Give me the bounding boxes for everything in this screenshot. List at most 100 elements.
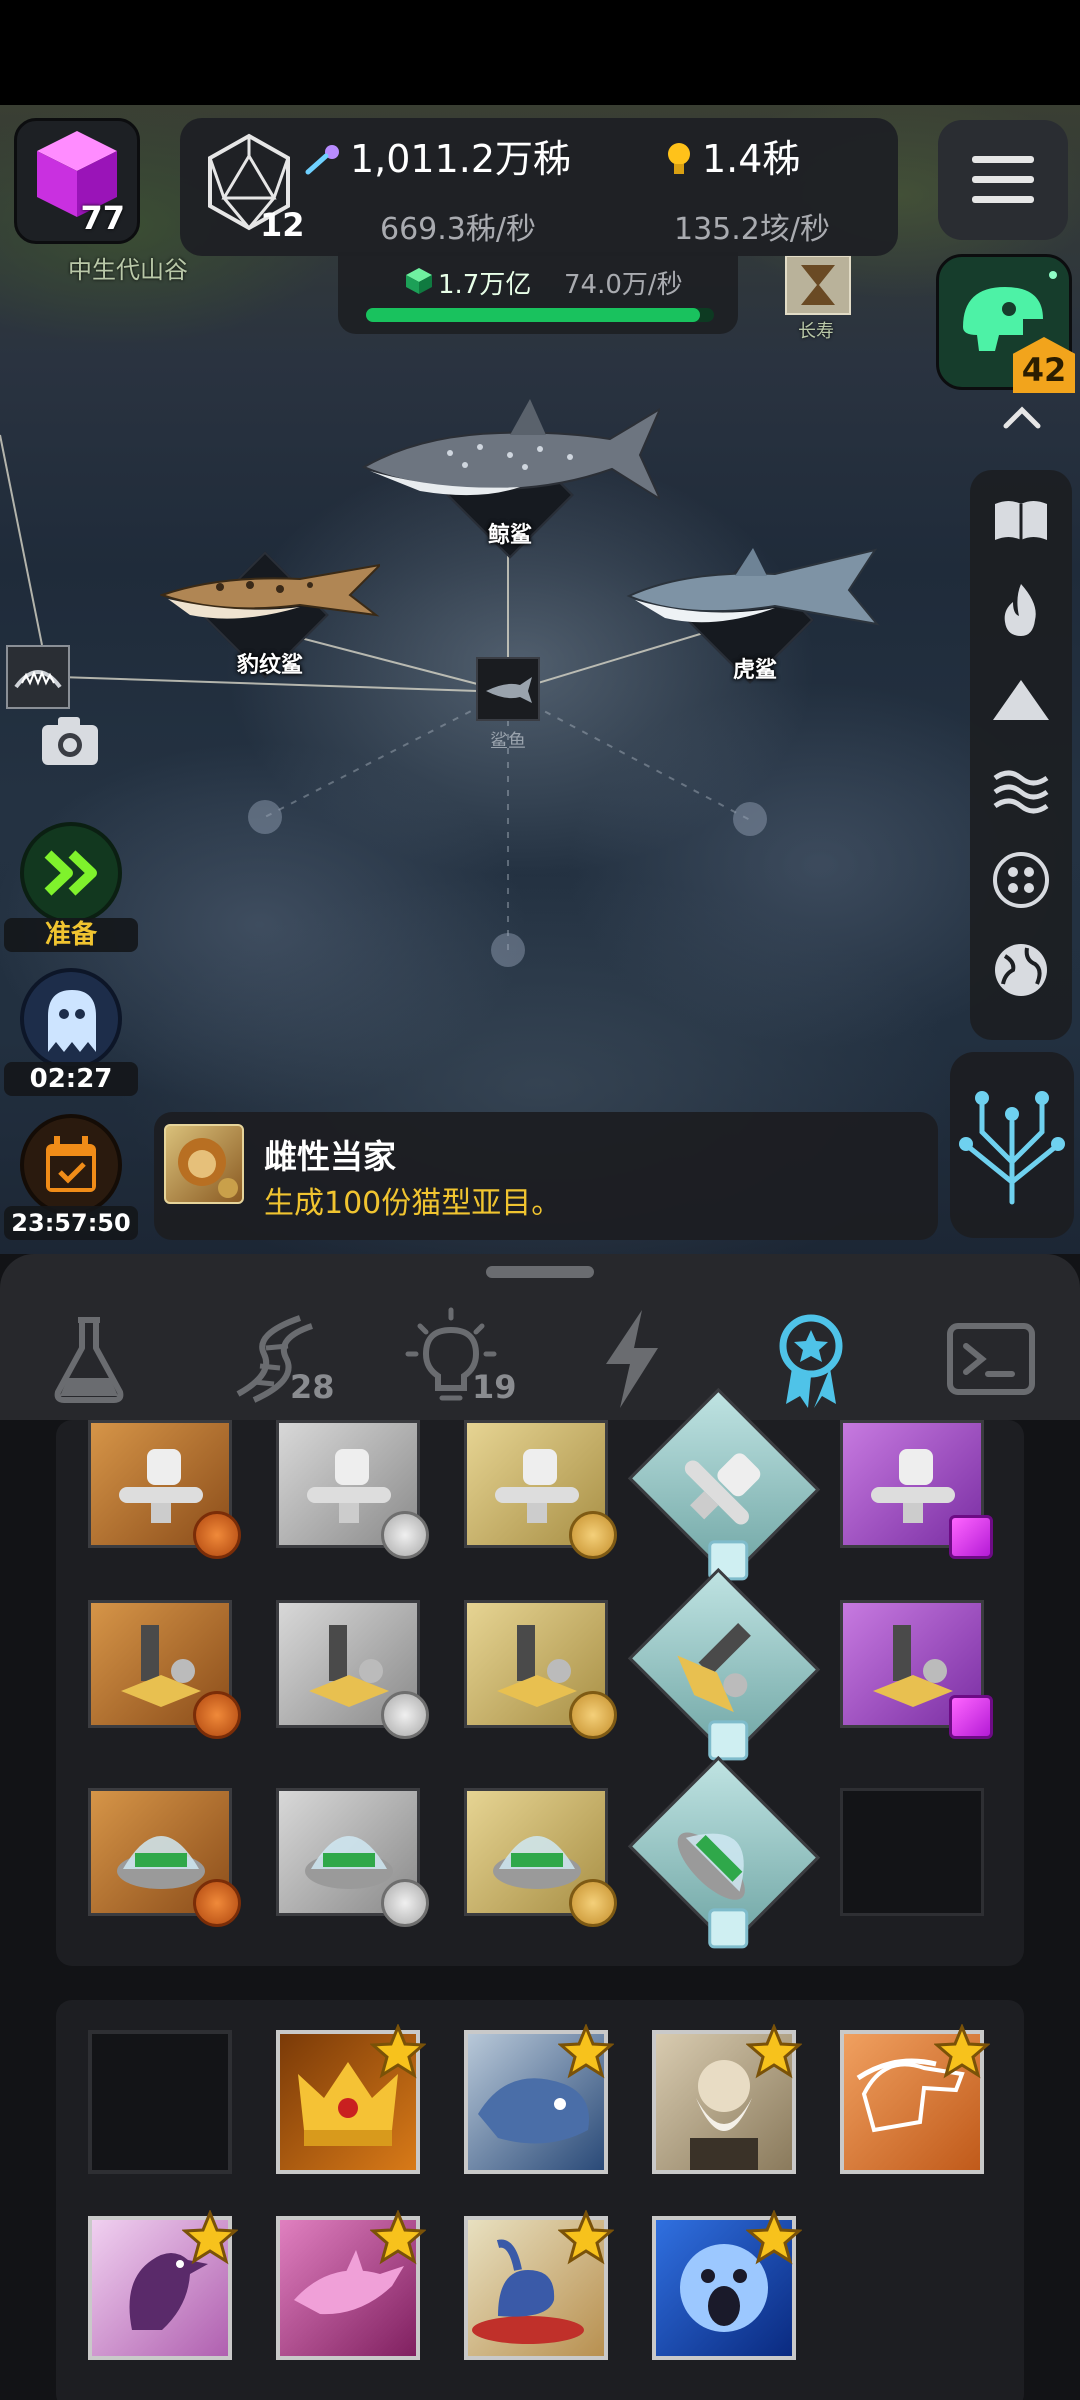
node-whale-shark[interactable]: 鲸鲨 xyxy=(360,395,660,565)
gold-medal-icon xyxy=(569,1511,617,1559)
achievement-dodo[interactable] xyxy=(464,2210,614,2360)
robot-icon xyxy=(684,1453,761,1525)
upgrade-tile[interactable] xyxy=(627,1755,821,1949)
upgrade-tile[interactable] xyxy=(276,1420,429,1559)
region-label: 中生代山谷 xyxy=(68,256,188,284)
achievement-darwin[interactable] xyxy=(652,2024,802,2174)
achievement-bird[interactable] xyxy=(88,2210,238,2360)
achievement-whale[interactable] xyxy=(464,2024,614,2174)
flask-icon[interactable] xyxy=(34,1304,144,1414)
locked-node[interactable] xyxy=(733,802,767,836)
lightning-icon[interactable] xyxy=(576,1304,686,1414)
fire-icon[interactable] xyxy=(991,580,1051,640)
upgrade-tile[interactable] xyxy=(840,1420,993,1559)
collapse-up-icon[interactable] xyxy=(998,400,1046,436)
status-bar xyxy=(0,0,1080,105)
fast-forward-icon xyxy=(44,850,97,896)
resource-main-value: 1,011.2万秭 xyxy=(350,137,572,181)
upgrade-tile[interactable] xyxy=(840,1600,993,1739)
upgrade-tile[interactable] xyxy=(464,1600,617,1739)
robot-icon xyxy=(871,1449,955,1523)
gem-count: 77 xyxy=(80,199,125,237)
lion-portrait xyxy=(164,1124,244,1204)
star-icon xyxy=(746,2024,802,2079)
drill-machine-icon xyxy=(873,1625,953,1707)
dna-tab-count: 28 xyxy=(290,1368,335,1406)
cells-icon[interactable] xyxy=(991,850,1051,910)
upgrade-tile[interactable] xyxy=(276,1600,429,1739)
camera-icon xyxy=(42,717,98,765)
green-cube-icon xyxy=(406,268,432,294)
gold-medal-icon xyxy=(569,1879,617,1927)
menu-button[interactable] xyxy=(938,120,1068,240)
biodome-icon xyxy=(493,1836,581,1889)
hamburger-icon xyxy=(972,156,1034,203)
daily-task-button[interactable] xyxy=(20,1114,122,1216)
drill-machine-icon xyxy=(677,1622,751,1713)
daily-timer: 23:57:50 xyxy=(4,1206,138,1240)
waves-icon[interactable] xyxy=(991,760,1051,820)
robot-icon xyxy=(307,1449,391,1523)
lightbulb-icon xyxy=(668,143,690,174)
book-icon[interactable] xyxy=(991,490,1051,550)
upgrade-tile[interactable] xyxy=(276,1788,429,1927)
evolution-tree-button[interactable] xyxy=(950,1052,1074,1238)
resource-main-rate: 669.3秭/秒 xyxy=(380,212,536,247)
locked-node[interactable] xyxy=(491,933,525,967)
silver-medal-icon xyxy=(381,1691,429,1739)
robot-icon xyxy=(119,1449,203,1523)
tab-bar: 28 19 xyxy=(0,1254,1080,1420)
robot-icon xyxy=(495,1449,579,1523)
node-leopard-shark[interactable]: 豹纹鲨 xyxy=(160,525,380,685)
globe-icon[interactable] xyxy=(991,940,1051,1000)
upgrade-grid xyxy=(56,1387,1024,1966)
dinosaur-button[interactable]: 42 xyxy=(936,254,1075,393)
gem-button[interactable]: 77 xyxy=(14,118,140,244)
dna-spark-icon xyxy=(305,145,339,175)
upgrade-tile[interactable] xyxy=(627,1567,821,1761)
node-edge-left[interactable] xyxy=(6,645,70,709)
star-icon xyxy=(746,2210,802,2265)
ready-label: 准备 xyxy=(4,918,138,952)
lion-icon xyxy=(178,1138,238,1198)
silver-medal-icon xyxy=(381,1511,429,1559)
locked-node[interactable] xyxy=(248,800,282,834)
whale-shark-icon xyxy=(361,399,660,501)
diamond-medal-icon xyxy=(708,1720,749,1761)
biodome-icon xyxy=(677,1832,745,1900)
node-tiger-shark[interactable]: 虎鲨 xyxy=(625,530,885,690)
ghost-timer-button[interactable] xyxy=(20,968,122,1070)
achievement-monkey[interactable] xyxy=(652,2210,802,2360)
upgrade-tile[interactable] xyxy=(464,1420,617,1559)
achievement-dolphin[interactable] xyxy=(276,2210,426,2360)
node-shark[interactable]: 鲨鱼 xyxy=(476,657,540,767)
upgrade-tile[interactable] xyxy=(464,1788,617,1927)
sub-resource-panel[interactable]: 1.7万亿 74.0万/秒 xyxy=(338,252,738,334)
star-icon xyxy=(370,2210,426,2265)
star-icon xyxy=(934,2024,990,2079)
achievement-explorer[interactable] xyxy=(840,2024,990,2174)
node-longevity[interactable] xyxy=(785,255,851,315)
progress-fill xyxy=(366,308,701,322)
achievement-crown[interactable] xyxy=(276,2024,426,2174)
tree-icon xyxy=(959,1091,1065,1205)
award-icon[interactable] xyxy=(756,1304,866,1414)
drag-handle[interactable] xyxy=(486,1266,594,1278)
upgrade-tile[interactable] xyxy=(88,1788,241,1927)
mountain-icon[interactable] xyxy=(991,670,1051,730)
idea-value: 1.4秭 xyxy=(702,137,801,181)
sub-resource-value: 1.7万亿 xyxy=(438,270,532,300)
idea-rate: 135.2垓/秒 xyxy=(674,212,830,247)
hourglass-icon xyxy=(801,265,835,305)
tiger-shark-icon xyxy=(626,548,880,626)
upgrade-tile[interactable] xyxy=(88,1420,241,1559)
gem-medal-icon xyxy=(949,1515,993,1559)
resource-panel[interactable]: 12 1,011.2万秭 669.3秭/秒 1.4秭 135.2垓/秒 xyxy=(180,118,898,256)
quest-description: 生成100份猫型亚目。 xyxy=(264,1186,562,1221)
quest-banner[interactable]: 雌性当家 生成100份猫型亚目。 xyxy=(154,1112,938,1240)
upgrade-tile[interactable] xyxy=(88,1600,241,1739)
fast-forward-button[interactable] xyxy=(20,822,122,924)
terminal-icon[interactable] xyxy=(936,1304,1046,1414)
bronze-medal-icon xyxy=(193,1511,241,1559)
camera-button[interactable] xyxy=(38,713,102,769)
